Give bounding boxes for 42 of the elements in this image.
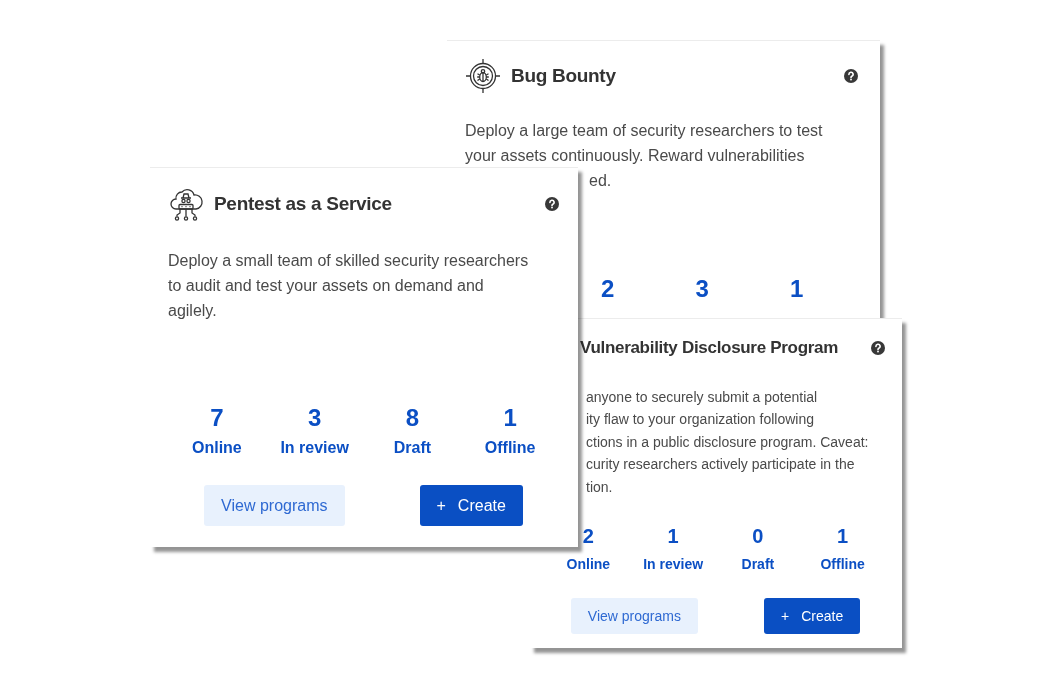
description-text: your assets continuously. Reward vulnerabilities	[465, 146, 805, 166]
description-text: tion.	[586, 477, 613, 497]
stat-count: 3	[307, 404, 322, 432]
description-text: to audit and test your assets on demand and	[168, 276, 484, 296]
help-icon[interactable]	[844, 68, 858, 83]
description-text: ctions in a public disclosure program. Caveat:	[586, 432, 869, 452]
card-title: Pentest as a Service	[214, 193, 392, 215]
stat-count: 2	[601, 275, 615, 303]
stat-label: Offline	[820, 555, 865, 573]
help-icon[interactable]	[871, 340, 885, 355]
description-text: ity flaw to your organization following	[586, 410, 814, 429]
help-icon[interactable]	[545, 197, 559, 211]
description-text: Deploy a large team of security researchers to test	[465, 121, 823, 141]
description-text: anyone to securely submit a potential	[586, 387, 818, 407]
stat-count: 2	[582, 524, 594, 548]
stat-count: 3	[695, 275, 709, 303]
card-title: Vulnerability Disclosure Program	[580, 337, 839, 358]
stat-count: 8	[405, 404, 420, 432]
stat-count: 7	[210, 404, 224, 432]
view-programs-button[interactable]: View programs	[204, 485, 345, 526]
description-text: Deploy a small team of skilled security researchers	[168, 251, 529, 271]
stat-count: 1	[667, 524, 679, 548]
view-programs-button[interactable]: View programs	[570, 598, 698, 634]
cloud-circuit-icon	[168, 186, 204, 222]
create-button[interactable]: + Create	[419, 485, 523, 526]
stat-count: 1	[837, 524, 849, 548]
bug-target-icon	[465, 57, 501, 94]
description-text: curity researchers actively participate in the	[586, 455, 855, 474]
stat-label: Online	[566, 555, 611, 573]
stat-count: 0	[752, 524, 764, 548]
stat-label: In review	[643, 555, 704, 573]
card-title: Bug Bounty	[511, 64, 616, 87]
stat-label: Offline	[484, 438, 536, 458]
stat-label: Draft	[741, 555, 775, 573]
stat-label: Online	[192, 438, 242, 458]
stat-count: 1	[790, 275, 804, 303]
stat-count: 1	[503, 404, 517, 432]
description-text: agilely.	[168, 301, 217, 321]
stat-label: In review	[280, 438, 349, 458]
create-button[interactable]: + Create	[763, 598, 861, 634]
stat-label: Draft	[393, 438, 432, 458]
description-text: ed.	[589, 171, 612, 191]
